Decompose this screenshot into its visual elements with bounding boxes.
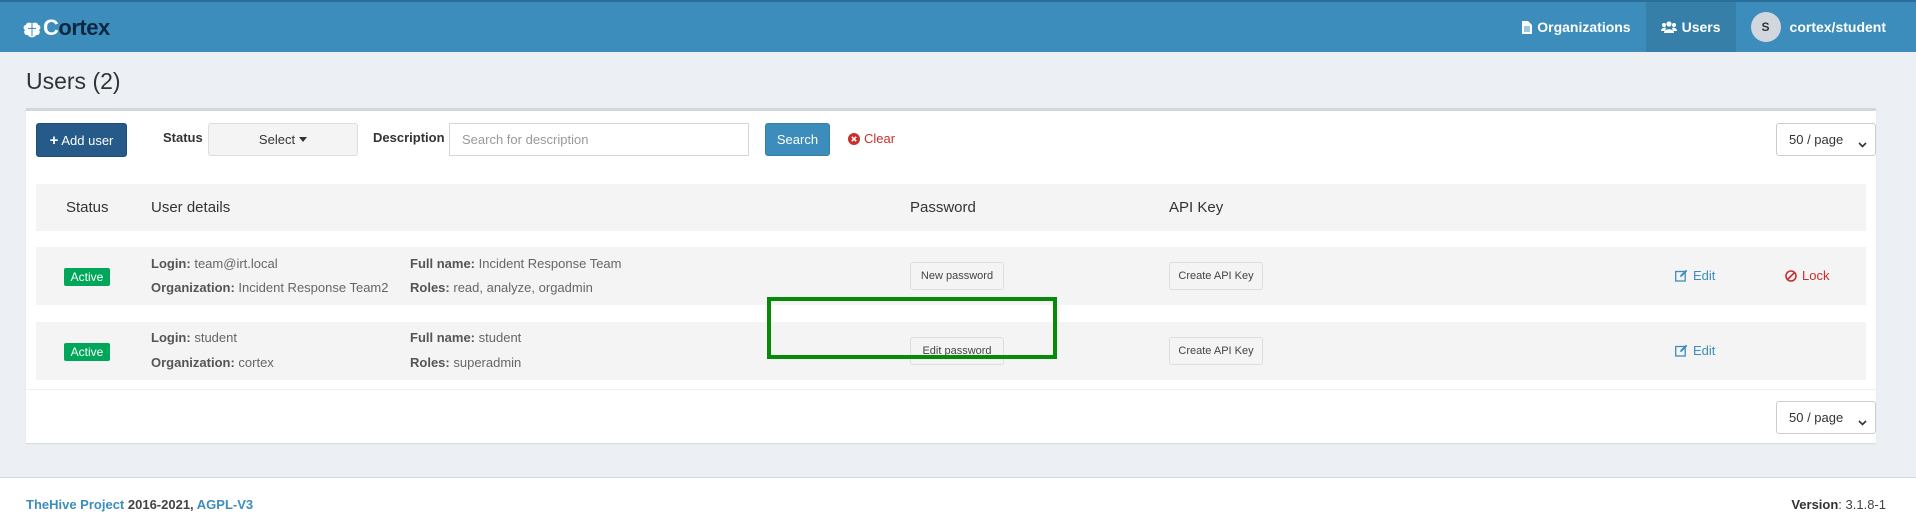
file-icon bbox=[1522, 20, 1533, 34]
description-filter-label: Description bbox=[373, 130, 445, 145]
full-name-value: student bbox=[478, 330, 522, 345]
edit-icon bbox=[1675, 269, 1688, 282]
edit-user-link[interactable]: Edit bbox=[1675, 343, 1715, 358]
new-password-button[interactable]: New password bbox=[910, 262, 1004, 290]
full-name-label: Full name: bbox=[410, 256, 476, 271]
edit-icon bbox=[1675, 344, 1688, 357]
page-size-value: 50 / page bbox=[1789, 132, 1844, 147]
login-label: Login: bbox=[151, 330, 191, 345]
roles-label: Roles: bbox=[410, 280, 450, 295]
lock-label: Lock bbox=[1802, 268, 1830, 283]
edit-label: Edit bbox=[1693, 343, 1716, 358]
divider bbox=[26, 389, 1876, 390]
organization-label: Organization: bbox=[151, 355, 235, 370]
create-api-key-button[interactable]: Create API Key bbox=[1169, 262, 1263, 290]
roles-value: superadmin bbox=[453, 355, 522, 370]
full-name-detail: Full name: Incident Response Team bbox=[410, 256, 622, 271]
column-header-password: Password bbox=[910, 199, 976, 216]
full-name-detail: Full name: student bbox=[410, 330, 521, 345]
page-size-select[interactable]: 50 / page bbox=[1776, 123, 1876, 156]
nav-users[interactable]: Users bbox=[1645, 2, 1736, 52]
avatar: S bbox=[1750, 12, 1781, 42]
organization-detail: Organization: Incident Response Team2 bbox=[151, 280, 388, 295]
description-search-input[interactable]: Search for description bbox=[449, 123, 749, 156]
description-placeholder: Search for description bbox=[462, 132, 589, 147]
version-label: Version bbox=[1791, 497, 1839, 512]
footer-version: Version: 3.1.8-1 bbox=[1791, 497, 1886, 512]
edit-user-link[interactable]: Edit bbox=[1675, 268, 1715, 283]
thehive-project-link[interactable]: TheHive Project bbox=[26, 497, 124, 512]
roles-detail: Roles: read, analyze, orgadmin bbox=[410, 280, 593, 295]
user-account-menu[interactable]: S cortex/student bbox=[1736, 2, 1916, 52]
top-navbar: Cortex Organizations Users S cortex/stud… bbox=[0, 0, 1916, 52]
nav-organizations[interactable]: Organizations bbox=[1507, 2, 1645, 52]
brain-icon bbox=[22, 19, 42, 38]
column-header-status: Status bbox=[66, 199, 109, 216]
add-user-label: Add user bbox=[61, 132, 114, 148]
search-button-label: Search bbox=[776, 132, 819, 147]
nav-organizations-label: Organizations bbox=[1537, 19, 1631, 35]
search-button[interactable]: Search bbox=[765, 123, 830, 156]
roles-label: Roles: bbox=[410, 355, 450, 370]
roles-detail: Roles: superadmin bbox=[410, 355, 521, 370]
status-filter-value: Select bbox=[258, 132, 296, 147]
organization-value: Incident Response Team2 bbox=[238, 280, 389, 295]
version-value: : 3.1.8-1 bbox=[1838, 497, 1886, 512]
login-detail: Login: student bbox=[151, 330, 237, 345]
caret-down-icon bbox=[299, 137, 308, 142]
brand-first-letter: C bbox=[43, 15, 59, 40]
column-header-user-details: User details bbox=[151, 199, 231, 216]
license-link[interactable]: AGPL-V3 bbox=[197, 497, 253, 512]
column-header-api-key: API Key bbox=[1169, 199, 1224, 216]
full-name-label: Full name: bbox=[410, 330, 476, 345]
page-title: Users (2) bbox=[26, 68, 121, 94]
footer-copyright: TheHive Project 2016-2021, AGPL-V3 bbox=[26, 497, 253, 512]
clear-label: Clear bbox=[864, 131, 896, 146]
edit-label: Edit bbox=[1693, 268, 1716, 283]
users-table-header: Status User details Password API Key bbox=[36, 184, 1866, 231]
chevron-down-icon bbox=[1858, 136, 1867, 151]
organization-label: Organization: bbox=[151, 280, 235, 295]
create-api-key-button[interactable]: Create API Key bbox=[1169, 337, 1263, 365]
roles-value: read, analyze, orgadmin bbox=[453, 280, 593, 295]
users-panel: + Add user Status Select Description Sea… bbox=[26, 108, 1876, 443]
ban-icon bbox=[1785, 269, 1797, 282]
bottom-page-size-select[interactable]: 50 / page bbox=[1776, 401, 1876, 434]
status-filter-select[interactable]: Select bbox=[208, 123, 358, 156]
full-name-value: Incident Response Team bbox=[478, 256, 622, 271]
clear-filters-link[interactable]: Clear bbox=[848, 131, 895, 146]
status-badge: Active bbox=[64, 268, 110, 286]
users-icon bbox=[1660, 21, 1677, 33]
brand-name: ortex bbox=[58, 15, 110, 40]
nav-users-label: Users bbox=[1681, 19, 1721, 35]
status-badge: Active bbox=[64, 343, 110, 361]
account-name: cortex/student bbox=[1789, 19, 1886, 35]
lock-user-link[interactable]: Lock bbox=[1785, 268, 1829, 283]
organization-value: cortex bbox=[238, 355, 274, 370]
bottom-page-size-value: 50 / page bbox=[1789, 410, 1844, 425]
login-value: team@irt.local bbox=[194, 256, 278, 271]
brand-logo[interactable]: Cortex bbox=[22, 15, 110, 40]
login-label: Login: bbox=[151, 256, 191, 271]
status-filter-label: Status bbox=[163, 130, 203, 145]
add-user-button[interactable]: + Add user bbox=[36, 123, 127, 157]
times-circle-icon bbox=[848, 132, 860, 145]
plus-icon: + bbox=[49, 131, 59, 149]
chevron-down-icon bbox=[1858, 414, 1867, 429]
footer-years: 2016-2021, bbox=[124, 497, 197, 512]
organization-detail: Organization: cortex bbox=[151, 355, 274, 370]
page-footer: TheHive Project 2016-2021, AGPL-V3 Versi… bbox=[0, 477, 1916, 526]
login-detail: Login: team@irt.local bbox=[151, 256, 278, 271]
highlight-box bbox=[767, 297, 1057, 359]
login-value: student bbox=[194, 330, 237, 345]
